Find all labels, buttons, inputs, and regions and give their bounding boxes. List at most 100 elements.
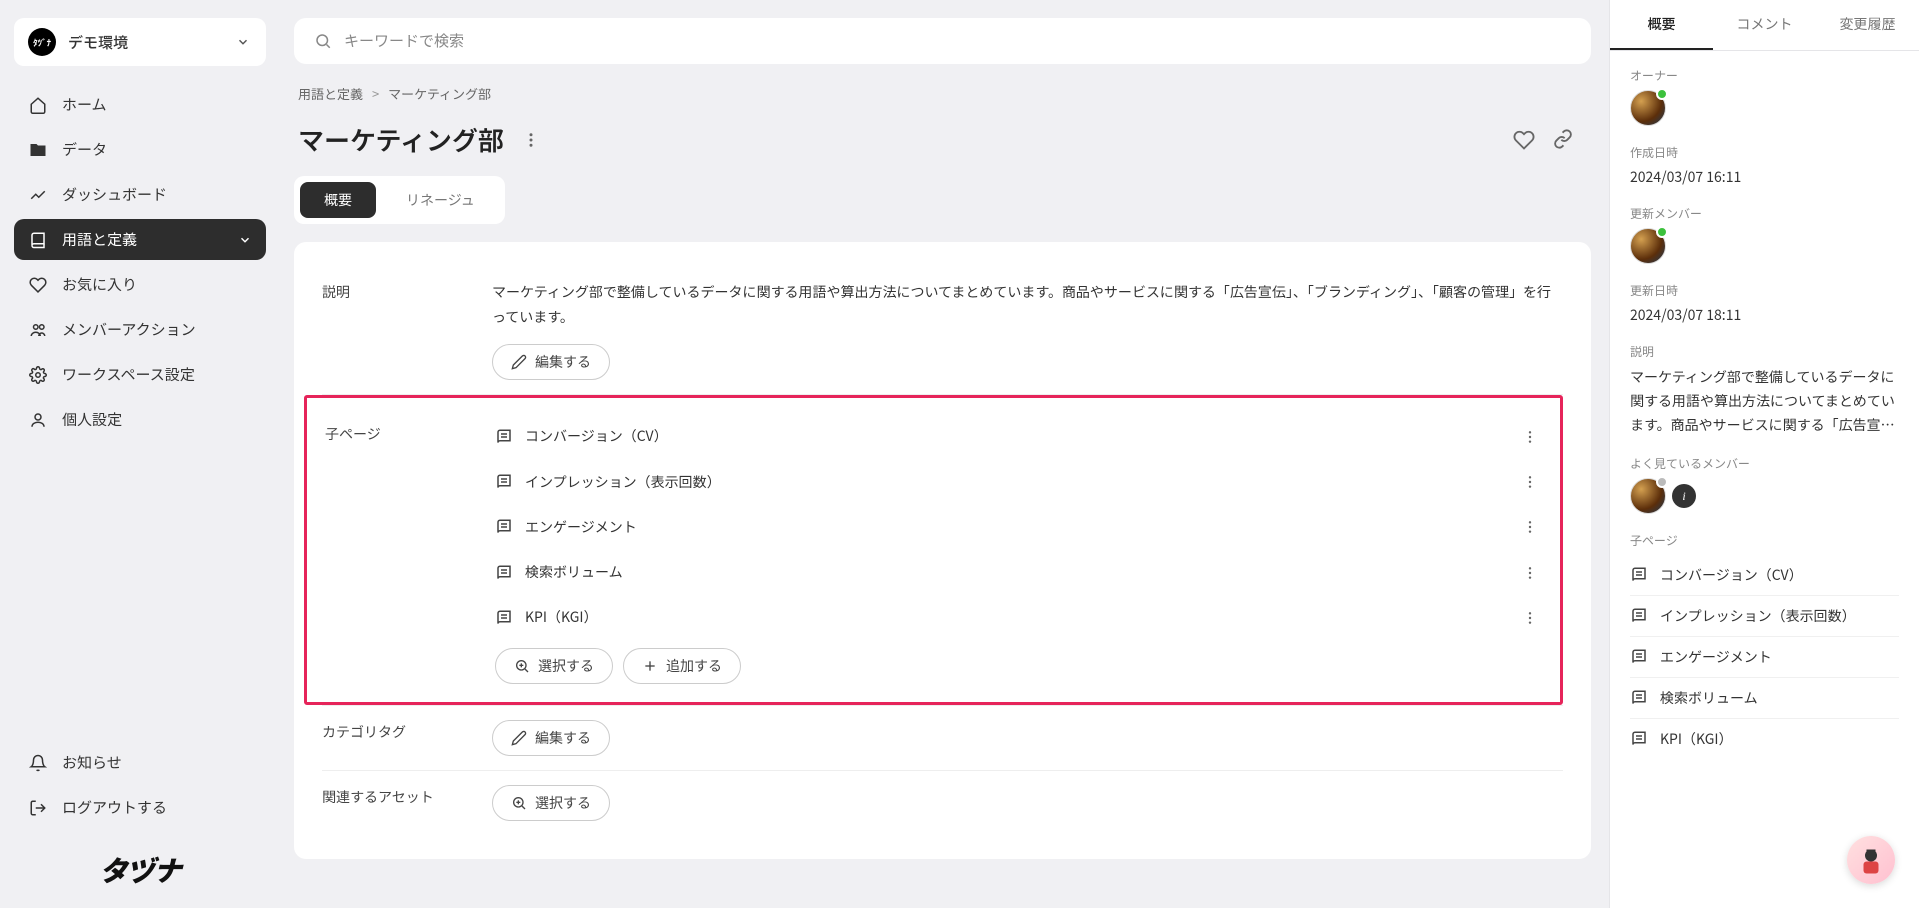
workspace-selector[interactable]: ﾀﾂﾞﾅ デモ環境 (14, 18, 266, 66)
rp-created-label: 作成日時 (1630, 144, 1899, 161)
sidebar: ﾀﾂﾞﾅ デモ環境 ホーム データ ダッシュボード 用語と定義 (0, 0, 280, 908)
status-dot-online (1656, 226, 1668, 238)
breadcrumb-current: マーケティング部 (388, 84, 491, 103)
child-page-item[interactable]: エンゲージメント (495, 505, 1542, 550)
description-row: 説明 マーケティング部で整備しているデータに関する用語や算出方法についてまとめて… (322, 266, 1563, 395)
link-icon[interactable] (1553, 129, 1573, 151)
nav-workspace-settings[interactable]: ワークスペース設定 (14, 354, 266, 395)
child-page-item[interactable]: 検索ボリューム (495, 550, 1542, 595)
rp-child-label: 検索ボリューム (1660, 688, 1758, 708)
rp-child-label: コンバージョン（CV） (1660, 565, 1803, 585)
nav-label: データ (62, 139, 107, 160)
rp-child-item[interactable]: エンゲージメント (1630, 637, 1899, 678)
edit-category-button[interactable]: 編集する (492, 720, 610, 756)
child-pages-row: 子ページ コンバージョン（CV） インプレッション（表示回数） エンゲージメント検索… (322, 395, 1563, 705)
rp-owner-label: オーナー (1630, 67, 1899, 84)
updater-avatar[interactable] (1630, 228, 1666, 264)
nav: ホーム データ ダッシュボード 用語と定義 お気に入り メンバーアクショ (14, 84, 266, 742)
info-icon[interactable]: i (1672, 484, 1696, 508)
rp-updated-label: 更新日時 (1630, 282, 1899, 299)
home-icon (28, 95, 48, 115)
right-panel: 概要 コメント 変更履歴 オーナー 作成日時 2024/03/07 16:11 … (1609, 0, 1919, 908)
related-assets-label: 関連するアセット (322, 785, 492, 821)
frequent-avatar[interactable] (1630, 478, 1666, 514)
breadcrumb-separator: > (372, 84, 379, 103)
select-assets-button[interactable]: 選択する (492, 785, 610, 821)
search-input[interactable] (344, 33, 1571, 50)
status-dot-away (1656, 476, 1668, 488)
child-page-item[interactable]: インプレッション（表示回数） (495, 460, 1542, 505)
more-icon[interactable] (522, 131, 540, 149)
nav-label: ワークスペース設定 (62, 364, 195, 385)
rp-frequent-label: よく見ているメンバー (1630, 455, 1899, 472)
more-icon[interactable] (1518, 425, 1542, 449)
rp-created-section: 作成日時 2024/03/07 16:11 (1630, 144, 1899, 187)
nav-label: 用語と定義 (62, 229, 137, 250)
nav-dashboard[interactable]: ダッシュボード (14, 174, 266, 215)
rp-child-item[interactable]: KPI（KGI） (1630, 719, 1899, 759)
owner-avatar[interactable] (1630, 90, 1666, 126)
rp-child-item[interactable]: インプレッション（表示回数） (1630, 596, 1899, 637)
plus-icon (642, 658, 658, 674)
heart-icon (28, 275, 48, 295)
nav-favorites[interactable]: お気に入り (14, 264, 266, 305)
more-icon[interactable] (1518, 470, 1542, 494)
nav-label: お気に入り (62, 274, 137, 295)
book-icon (495, 428, 513, 446)
nav-logout[interactable]: ログアウトする (14, 787, 266, 828)
tabs: 概要 リネージュ (280, 176, 1591, 242)
floating-help-avatar[interactable] (1847, 836, 1895, 884)
nav-data[interactable]: データ (14, 129, 266, 170)
rp-tab-history[interactable]: 変更履歴 (1816, 0, 1919, 50)
brand-logo: タヅナ (14, 832, 266, 890)
rp-tab-overview[interactable]: 概要 (1610, 0, 1713, 50)
bell-icon (28, 753, 48, 773)
nav-label: ダッシュボード (62, 184, 167, 205)
book-icon (495, 518, 513, 536)
select-child-button[interactable]: 選択する (495, 648, 613, 684)
child-page-label: KPI（KGI） (525, 605, 597, 630)
child-page-label: エンゲージメント (525, 515, 637, 540)
rp-updater-label: 更新メンバー (1630, 205, 1899, 222)
rp-created-value: 2024/03/07 16:11 (1630, 167, 1899, 187)
more-icon[interactable] (1518, 561, 1542, 585)
nav-notifications[interactable]: お知らせ (14, 742, 266, 783)
title-actions (1513, 129, 1573, 151)
nav-personal-settings[interactable]: 個人設定 (14, 399, 266, 440)
nav-glossary[interactable]: 用語と定義 (14, 219, 266, 260)
rp-child-label: インプレッション（表示回数） (1660, 606, 1856, 626)
chevron-down-icon (238, 233, 252, 247)
child-page-label: インプレッション（表示回数） (525, 470, 721, 495)
favorite-icon[interactable] (1513, 129, 1535, 151)
search-bar[interactable] (294, 18, 1591, 64)
more-icon[interactable] (1518, 606, 1542, 630)
child-page-item[interactable]: KPI（KGI） (495, 595, 1542, 640)
user-icon (28, 410, 48, 430)
tab-lineage[interactable]: リネージュ (382, 182, 499, 218)
tab-overview[interactable]: 概要 (300, 182, 376, 218)
child-page-item[interactable]: コンバージョン（CV） (495, 414, 1542, 459)
rp-desc-label: 説明 (1630, 343, 1899, 360)
book-icon (1630, 648, 1648, 666)
rp-child-item[interactable]: コンバージョン（CV） (1630, 555, 1899, 596)
rp-child-section: 子ページ コンバージョン（CV）インプレッション（表示回数）エンゲージメント検索… (1630, 532, 1899, 759)
nav-label: ホーム (62, 94, 107, 115)
nav-member-actions[interactable]: メンバーアクション (14, 309, 266, 350)
more-icon[interactable] (1518, 515, 1542, 539)
edit-description-button[interactable]: 編集する (492, 344, 610, 380)
child-pages-label: 子ページ (325, 408, 495, 684)
add-child-button[interactable]: 追加する (623, 648, 741, 684)
description-label: 説明 (322, 280, 492, 380)
folder-icon (28, 140, 48, 160)
nav-home[interactable]: ホーム (14, 84, 266, 125)
description-text: マーケティング部で整備しているデータに関する用語や算出方法についてまとめています… (492, 280, 1563, 330)
book-icon (1630, 607, 1648, 625)
rp-child-item[interactable]: 検索ボリューム (1630, 678, 1899, 719)
breadcrumb-root[interactable]: 用語と定義 (298, 84, 363, 103)
status-dot-online (1656, 88, 1668, 100)
category-tags-row: カテゴリタグ 編集する (322, 705, 1563, 771)
gear-icon (28, 365, 48, 385)
rp-owner-section: オーナー (1630, 67, 1899, 126)
search-icon (314, 32, 332, 50)
rp-tab-comments[interactable]: コメント (1713, 0, 1816, 50)
